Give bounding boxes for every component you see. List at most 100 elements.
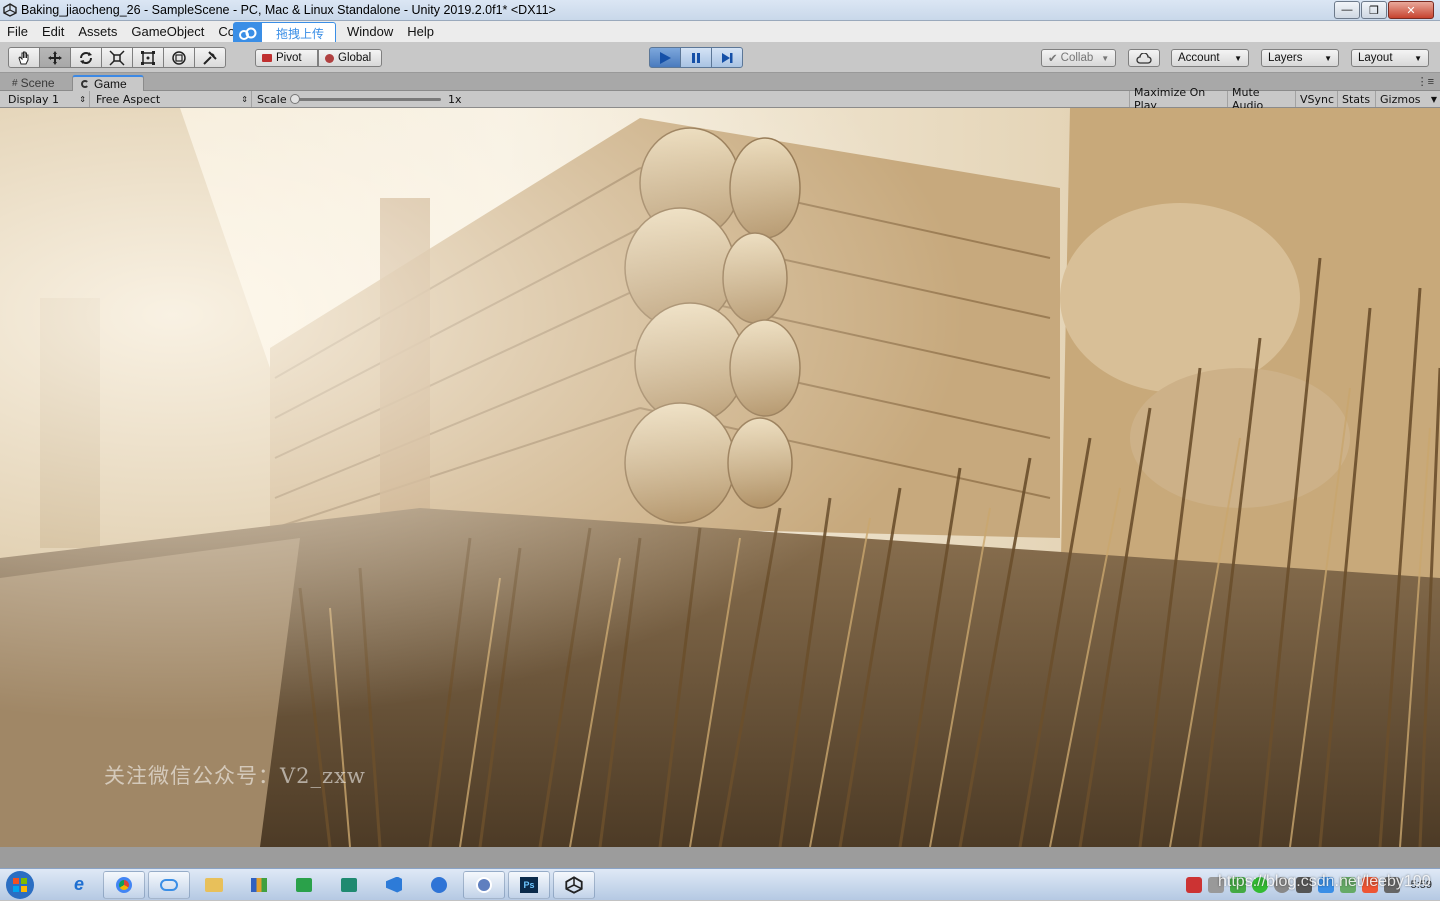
maximize-on-play-toggle[interactable]: Maximize On Play <box>1129 86 1228 112</box>
menu-window[interactable]: Window <box>340 24 400 39</box>
ie-icon[interactable]: e <box>58 871 100 899</box>
video-app-icon[interactable] <box>463 870 505 899</box>
tray-app-icon[interactable] <box>1185 877 1202 893</box>
scene-render <box>0 108 1440 847</box>
cloud-icon <box>1136 52 1152 64</box>
custom-tool-button[interactable] <box>194 47 226 68</box>
rotate-tool-button[interactable] <box>70 47 102 68</box>
aspect-label: Free Aspect <box>96 92 161 106</box>
collab-label: Collab <box>1060 52 1094 64</box>
chevron-down-icon: ▼ <box>1324 53 1332 63</box>
menu-gameobject[interactable]: GameObject <box>124 24 211 39</box>
global-toggle[interactable]: Global <box>318 49 382 67</box>
main-toolbar: Pivot Global ✔ Collab ▼ Account ▼ Layers… <box>0 42 1440 73</box>
rect-tool-button[interactable] <box>132 47 164 68</box>
layout-dropdown[interactable]: Layout ▼ <box>1351 49 1429 67</box>
pivot-label: Pivot <box>276 52 302 64</box>
tab-menu-icon[interactable]: ⋮≡ <box>1417 75 1434 88</box>
layers-dropdown[interactable]: Layers ▼ <box>1261 49 1339 67</box>
check-icon: ✔ <box>1048 53 1058 65</box>
game-view-bar: Display 1 ⇕ Free Aspect ⇕ Scale 1x Maxim… <box>0 86 1440 112</box>
windows-logo-icon <box>6 870 34 899</box>
tab-scene-label: Scene <box>20 76 55 90</box>
baidu-netdisk-icon[interactable] <box>148 870 190 899</box>
account-label: Account <box>1178 52 1220 64</box>
pause-button[interactable] <box>680 47 712 68</box>
globe-icon <box>325 53 334 63</box>
start-button[interactable] <box>0 869 40 901</box>
wechat-watermark: 关注微信公众号：V2_zxw <box>104 764 366 788</box>
vs-icon[interactable] <box>328 871 370 899</box>
vsync-label: VSync <box>1300 92 1335 106</box>
stats-label: Stats <box>1342 92 1371 106</box>
pause-icon <box>692 52 700 63</box>
display-label: Display 1 <box>8 92 60 106</box>
menu-edit[interactable]: Edit <box>35 24 71 39</box>
scale-slider[interactable] <box>296 98 441 101</box>
csdn-watermark: https://blog.csdn.net/leeby100 <box>1218 873 1431 890</box>
chevron-updown-icon: ⇕ <box>241 94 248 104</box>
scale-tool-button[interactable] <box>101 47 133 68</box>
hand-tool-button[interactable] <box>8 47 40 68</box>
folder-icon[interactable] <box>193 871 235 899</box>
pivot-toggle[interactable]: Pivot <box>255 49 318 67</box>
window-titlebar: Baking_jiaocheng_26 - SampleScene - PC, … <box>0 0 1440 21</box>
menu-bar: File Edit Assets GameObject Co Window He… <box>0 21 1440 42</box>
transform-icon <box>172 50 186 65</box>
grid-icon: # <box>12 77 18 89</box>
flow-icon[interactable] <box>418 871 460 899</box>
scale-slider-handle[interactable] <box>290 94 300 104</box>
tab-game-label: Game <box>94 77 127 91</box>
chart-app-icon[interactable] <box>238 871 280 899</box>
step-icon <box>722 52 733 63</box>
chevron-down-icon: ▼ <box>1430 94 1437 104</box>
view-tabbar: # Scene Game ⋮≡ <box>0 73 1440 91</box>
menu-assets[interactable]: Assets <box>71 24 124 39</box>
hand-icon <box>18 51 29 64</box>
play-icon <box>660 51 671 64</box>
game-viewport[interactable]: 关注微信公众号：V2_zxw <box>0 108 1440 847</box>
pivot-icon <box>262 54 272 62</box>
aspect-dropdown[interactable]: Free Aspect ⇕ <box>92 91 252 107</box>
window-controls: — ❐ ✕ <box>1333 1 1434 19</box>
play-button[interactable] <box>649 47 681 68</box>
play-controls <box>649 47 743 68</box>
terminal-icon[interactable] <box>283 871 325 899</box>
mute-audio-toggle[interactable]: Mute Audio <box>1228 86 1296 112</box>
move-icon <box>48 50 62 65</box>
gizmos-dropdown[interactable]: Gizmos ▼ <box>1376 91 1440 107</box>
menu-help[interactable]: Help <box>400 24 441 39</box>
photoshop-icon[interactable]: Ps <box>508 870 550 899</box>
tab-scene[interactable]: # Scene <box>4 75 63 91</box>
unity-icon[interactable] <box>553 870 595 899</box>
layout-label: Layout <box>1358 52 1393 64</box>
minimize-button[interactable]: — <box>1334 1 1360 19</box>
close-button[interactable]: ✕ <box>1388 1 1434 19</box>
collab-dropdown[interactable]: ✔ Collab ▼ <box>1041 49 1116 67</box>
unity-logo-icon <box>3 3 17 17</box>
scale-icon <box>109 49 125 66</box>
vscode-icon[interactable] <box>373 871 415 899</box>
account-dropdown[interactable]: Account ▼ <box>1171 49 1249 67</box>
chevron-down-icon: ▼ <box>1234 53 1242 63</box>
chevron-updown-icon: ⇕ <box>79 94 86 104</box>
global-label: Global <box>338 52 372 64</box>
chrome-icon[interactable] <box>103 870 145 899</box>
transform-tool-button[interactable] <box>163 47 195 68</box>
gizmos-label: Gizmos <box>1380 92 1421 106</box>
maximize-button[interactable]: ❐ <box>1361 1 1387 19</box>
chevron-down-icon: ▼ <box>1414 53 1422 63</box>
transform-tools <box>8 47 226 68</box>
scale-label: Scale <box>257 93 287 106</box>
menu-file[interactable]: File <box>0 24 35 39</box>
cloud-services-button[interactable] <box>1128 49 1160 67</box>
game-icon <box>81 80 89 88</box>
tab-game[interactable]: Game <box>72 75 144 91</box>
custom-tool-icon <box>203 50 217 65</box>
stats-toggle[interactable]: Stats <box>1338 91 1376 107</box>
move-tool-button[interactable] <box>39 47 71 68</box>
step-button[interactable] <box>711 47 743 68</box>
display-dropdown[interactable]: Display 1 ⇕ <box>4 91 90 107</box>
vsync-toggle[interactable]: VSync <box>1296 91 1338 107</box>
scale-value: 1x <box>448 93 462 106</box>
